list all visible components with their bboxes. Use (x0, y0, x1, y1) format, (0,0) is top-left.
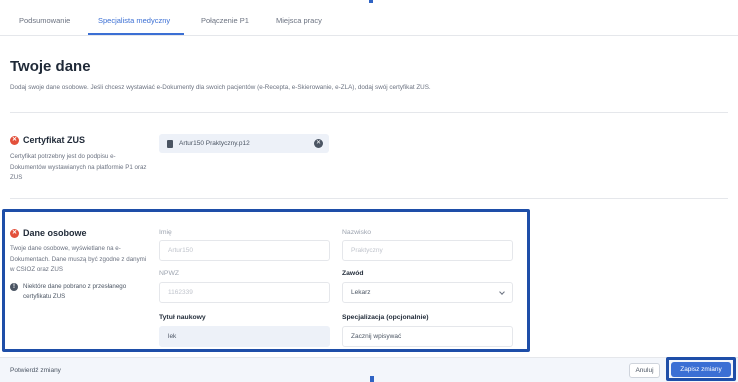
tab-medical-specialist[interactable]: Specjalista medyczny (98, 16, 170, 25)
certificate-source-note: ! Niektóre dane pobrano z przesłanego ce… (10, 282, 141, 302)
npwz-field[interactable]: 1162339 (159, 282, 330, 303)
note-text: Niektóre dane pobrano z przesłanego cert… (23, 283, 127, 300)
info-icon: ! (10, 283, 18, 291)
last-name-field[interactable]: Praktyczny (342, 240, 513, 261)
error-icon: ✕ (10, 135, 19, 145)
profession-label: Zawód (342, 270, 364, 277)
specialization-input[interactable]: Zacznij wpisywać (342, 326, 513, 347)
first-name-field[interactable]: Artur150 (159, 240, 330, 261)
degree-field[interactable]: lek (159, 326, 330, 347)
chevron-down-icon (499, 289, 505, 295)
remove-icon[interactable]: ✕ (314, 139, 323, 148)
save-button[interactable]: Zapisz zmiany (671, 362, 731, 377)
last-name-label: Nazwisko (342, 229, 372, 236)
tab-p1-connection[interactable]: Połączenie P1 (201, 16, 249, 25)
specialization-label: Specjalizacja (opcjonalnie) (342, 314, 429, 321)
file-icon (167, 139, 173, 148)
page-description: Dodaj swoje dane osobowe. Jeśli chcesz w… (10, 84, 431, 91)
personal-section-title: ✕ Dane osobowe (10, 228, 87, 238)
degree-label: Tytuł naukowy (159, 314, 206, 321)
certificate-description: Certyfikat potrzebny jest do podpisu e-D… (10, 153, 147, 181)
personal-title: Dane osobowe (23, 228, 87, 238)
divider (10, 112, 728, 113)
error-icon: ✕ (10, 228, 19, 238)
personal-description: Twoje dane osobowe, wyświetlane na e-Dok… (10, 245, 147, 273)
npwz-label: NPWZ (159, 270, 180, 277)
cancel-button[interactable]: Anuluj (629, 363, 660, 378)
tab-summary[interactable]: Podsumowanie (19, 16, 70, 25)
certificate-file-name: Artur150 Praktyczny.p12 (179, 140, 250, 147)
page-title: Twoje dane (10, 58, 91, 75)
first-name-label: Imię (159, 229, 172, 236)
profession-select[interactable]: Lekarz (342, 282, 513, 303)
bottom-scroll-marker (370, 376, 374, 382)
divider (10, 198, 728, 199)
certificate-title: Certyfikat ZUS (23, 135, 86, 145)
certificate-section-title: ✕ Certyfikat ZUS (10, 135, 85, 145)
active-tab-indicator (88, 33, 184, 35)
tab-bar: Podsumowanie Specjalista medyczny Połącz… (0, 0, 738, 36)
profession-value: Lekarz (351, 289, 371, 296)
tab-workplaces[interactable]: Miejsca pracy (276, 16, 322, 25)
footer-text: Potwierdź zmiany (10, 367, 61, 374)
footer-bar: Potwierdź zmiany (0, 357, 738, 382)
certificate-file-chip[interactable]: Artur150 Praktyczny.p12 ✕ (159, 134, 329, 153)
